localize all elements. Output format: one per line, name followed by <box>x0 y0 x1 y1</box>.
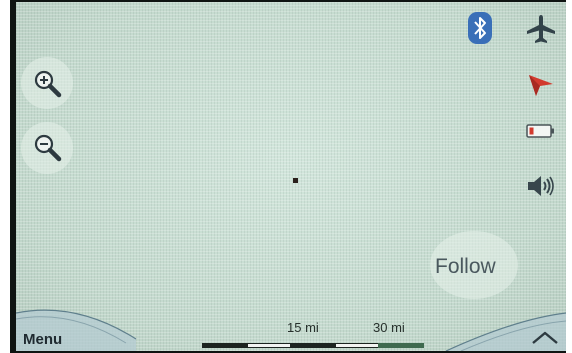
zoom-in-button[interactable] <box>21 57 73 109</box>
follow-label: Follow <box>435 255 496 278</box>
scale-segment-1 <box>202 343 248 348</box>
gps-signal-icon[interactable] <box>526 72 556 98</box>
scale-label-15: 15 mi <box>287 320 319 335</box>
scale-segment-4 <box>336 343 378 348</box>
menu-button[interactable]: Menu <box>23 331 62 348</box>
zoom-out-icon <box>34 134 62 162</box>
map-screen[interactable]: Follow Menu 15 mi 30 mi <box>16 2 566 351</box>
zoom-out-button[interactable] <box>21 122 73 174</box>
scale-segment-2 <box>248 343 290 348</box>
airplane-icon[interactable] <box>524 12 558 46</box>
battery-low-icon <box>526 124 554 138</box>
scale-segment-5 <box>378 343 424 348</box>
bluetooth-icon <box>474 17 486 39</box>
bluetooth-status[interactable] <box>468 12 492 44</box>
scale-segment-3 <box>290 343 336 348</box>
scale-label-30: 30 mi <box>373 320 405 335</box>
current-position-marker <box>293 178 298 183</box>
speaker-volume-icon[interactable] <box>525 174 557 198</box>
zoom-in-icon <box>34 70 62 98</box>
chevron-up-icon[interactable] <box>530 328 560 346</box>
